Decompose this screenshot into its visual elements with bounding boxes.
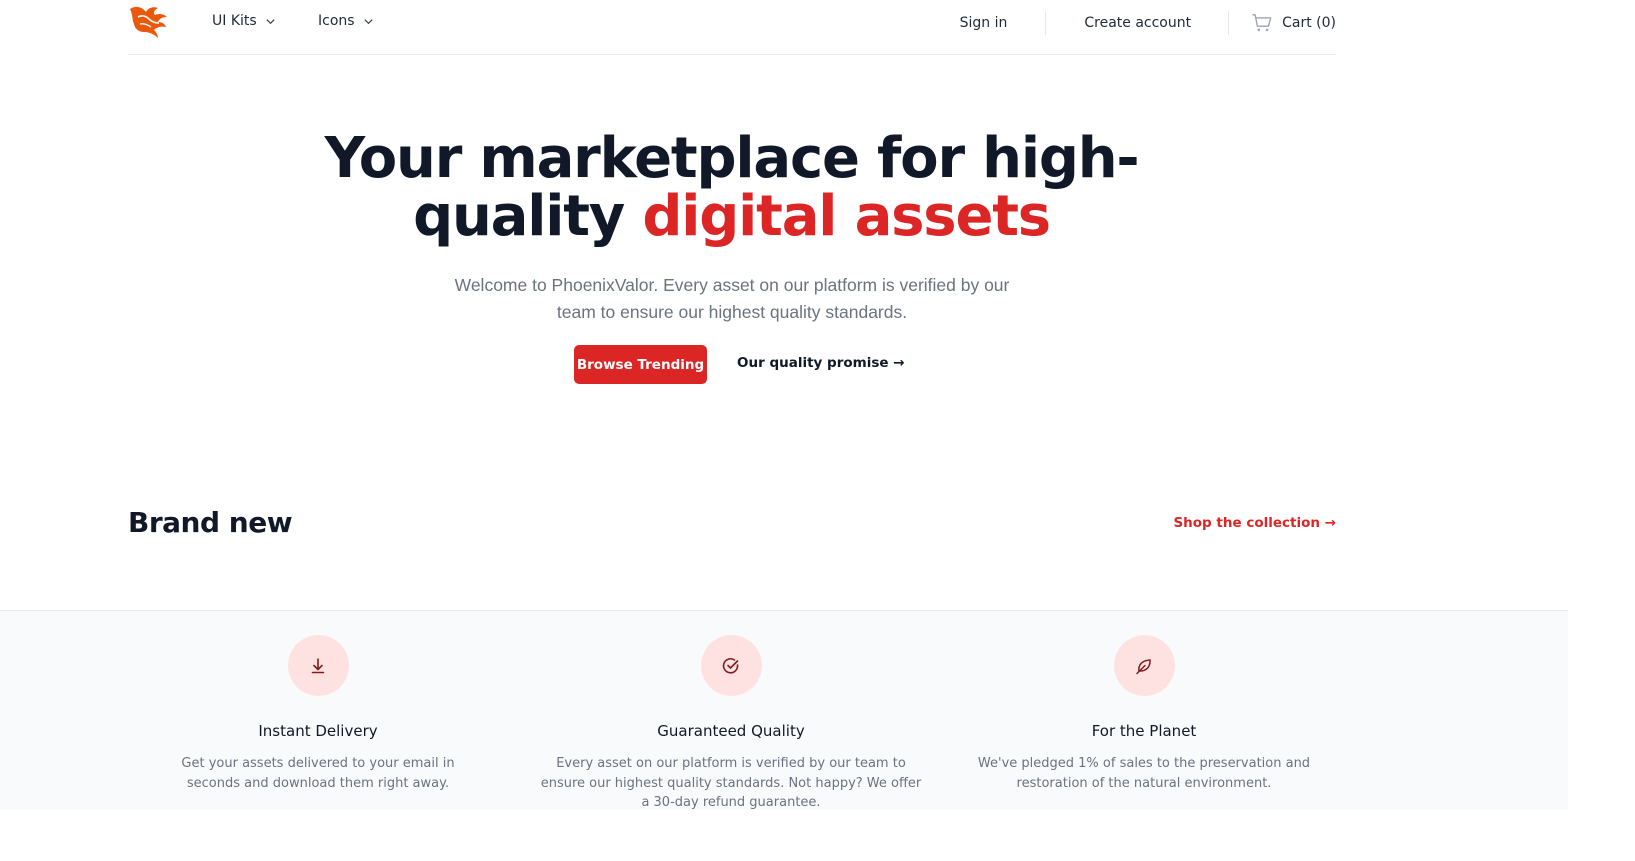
feature-guaranteed-quality: Guaranteed Quality Every asset on our pl… xyxy=(531,635,931,813)
divider xyxy=(1228,10,1230,35)
download-icon xyxy=(311,657,325,673)
feature-description: Get your assets delivered to your email … xyxy=(181,756,455,791)
features-section: Instant Delivery Get your assets deliver… xyxy=(0,610,1568,810)
feature-title: For the Planet xyxy=(1091,722,1197,740)
shopping-cart-icon xyxy=(1252,13,1272,31)
hero-title-line1: Your marketplace for high- xyxy=(324,126,1140,191)
menu-ui-kits[interactable]: UI Kits xyxy=(212,13,276,29)
feature-description: Every asset on our platform is verified … xyxy=(540,756,922,810)
browse-trending-button[interactable]: Browse Trending xyxy=(574,345,707,384)
shop-collection-link[interactable]: Shop the collection → xyxy=(1173,515,1336,531)
hero-section: Your marketplace for high- quality digit… xyxy=(0,130,1463,384)
cart-button[interactable]: Cart (0) xyxy=(1251,12,1336,34)
feature-for-the-planet: For the Planet We've pledged 1% of sales… xyxy=(944,635,1344,793)
hero-title-line2: quality xyxy=(413,184,643,249)
top-navigation: UI Kits Icons Sign in Create account Car… xyxy=(128,0,1336,55)
account-nav: Sign in Create account Cart (0) xyxy=(960,0,1336,45)
create-account-link[interactable]: Create account xyxy=(1084,15,1191,31)
phoenix-logo-icon[interactable] xyxy=(128,3,168,39)
hero-subtitle: Welcome to PhoenixValor. Every asset on … xyxy=(454,275,1010,322)
leaf-icon xyxy=(1136,658,1151,674)
chevron-down-icon xyxy=(363,18,373,24)
menu-ui-kits-label: UI Kits xyxy=(212,13,257,29)
hero-title-accent: digital assets xyxy=(642,184,1051,249)
chevron-down-icon xyxy=(266,18,275,24)
cart-label: Cart (0) xyxy=(1282,14,1336,31)
icon-badge xyxy=(287,635,349,696)
feature-description: We've pledged 1% of sales to the preserv… xyxy=(977,756,1311,791)
feature-title: Instant Delivery xyxy=(258,722,378,740)
menu-icons[interactable]: Icons xyxy=(318,13,374,29)
feature-instant-delivery: Instant Delivery Get your assets deliver… xyxy=(118,635,518,793)
icon-badge xyxy=(700,635,762,696)
divider xyxy=(1045,10,1047,35)
sign-in-link[interactable]: Sign in xyxy=(960,15,1008,31)
brand-new-heading: Brand new xyxy=(128,506,293,539)
feature-title: Guaranteed Quality xyxy=(657,722,805,740)
menu-icons-label: Icons xyxy=(318,13,355,29)
hero-title: Your marketplace for high- quality digit… xyxy=(0,130,1463,246)
quality-promise-link[interactable]: Our quality promise → xyxy=(737,355,905,371)
check-circle-icon xyxy=(722,657,739,674)
icon-badge xyxy=(1113,635,1175,696)
